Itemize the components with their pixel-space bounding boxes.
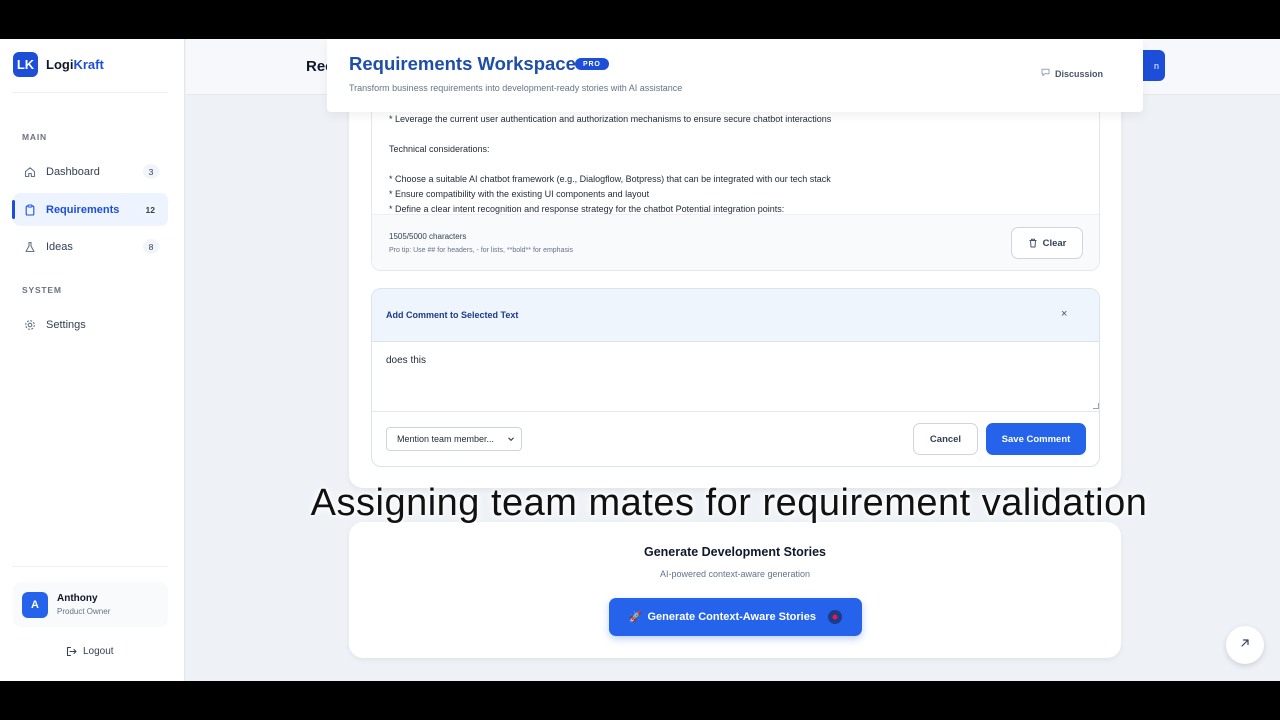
sidebar-item-label: Dashboard xyxy=(46,165,100,178)
comment-panel: Add Comment to Selected Text × does this… xyxy=(371,288,1100,467)
generate-button-label: Generate Context-Aware Stories xyxy=(647,611,816,623)
gear-icon xyxy=(23,318,37,332)
section-label-system: SYSTEM xyxy=(22,285,62,295)
user-role: Product Owner xyxy=(57,607,111,616)
sidebar-item-label: Requirements xyxy=(46,203,120,216)
logout-button[interactable]: Logout xyxy=(66,646,114,657)
clear-button[interactable]: Clear xyxy=(1011,227,1083,259)
generate-stories-button[interactable]: 🚀 Generate Context-Aware Stories xyxy=(609,598,862,636)
trash-icon xyxy=(1028,238,1038,248)
comment-title: Add Comment to Selected Text xyxy=(386,310,519,320)
comment-text: does this xyxy=(386,355,427,366)
count-badge: 12 xyxy=(141,202,159,217)
sidebar-item-settings[interactable]: Settings xyxy=(13,308,168,341)
user-name: Anthony xyxy=(57,593,98,604)
expand-button[interactable] xyxy=(1226,626,1264,664)
section-label-main: MAIN xyxy=(22,132,47,142)
speech-bubble-icon xyxy=(1041,68,1050,79)
brand-logo: LK xyxy=(13,52,38,77)
resize-handle[interactable] xyxy=(1093,403,1099,409)
save-comment-button[interactable]: Save Comment xyxy=(986,423,1086,455)
discussion-label: Discussion xyxy=(1055,68,1104,79)
character-count: 1505/5000 characters xyxy=(389,232,467,241)
editor-footer: 1505/5000 characters Pro tip: Use ## for… xyxy=(372,214,1099,270)
brand-name-suffix: Kraft xyxy=(73,57,104,72)
app-frame: Rec n LK LogiKraft MAIN Dashboard 3 Requ… xyxy=(0,39,1280,681)
clipboard-icon xyxy=(23,203,37,217)
sidebar-item-requirements[interactable]: Requirements 12 xyxy=(12,193,168,226)
generate-stories-card: Generate Development Stories AI-powered … xyxy=(349,522,1121,658)
caption-text: Assigning team mates for requirement val… xyxy=(310,482,1148,524)
brand-name-prefix: Logi xyxy=(46,57,74,72)
user-card[interactable]: A Anthony Product Owner xyxy=(13,582,168,627)
clear-label: Clear xyxy=(1042,237,1067,249)
comment-header: Add Comment to Selected Text × xyxy=(372,289,1099,342)
logout-label: Logout xyxy=(83,646,114,657)
sidebar: LK LogiKraft MAIN Dashboard 3 Requiremen… xyxy=(0,39,185,681)
user-info: Anthony Product Owner xyxy=(57,593,110,616)
cancel-button[interactable]: Cancel xyxy=(913,423,978,455)
brand[interactable]: LK LogiKraft xyxy=(13,52,104,77)
discussion-button[interactable]: Discussion xyxy=(1041,68,1103,79)
sidebar-item-label: Ideas xyxy=(46,240,73,253)
generate-title: Generate Development Stories xyxy=(643,545,826,559)
close-icon[interactable]: × xyxy=(1061,308,1067,320)
workspace-subtitle: Transform business requirements into dev… xyxy=(349,83,683,93)
requirements-editor[interactable]: * Leverage the current user authenticati… xyxy=(371,99,1100,271)
pro-tip: Pro tip: Use ## for headers, - for lists… xyxy=(389,247,574,254)
arrow-up-right-icon xyxy=(1239,636,1251,654)
chevron-down-icon xyxy=(507,435,515,445)
sidebar-item-label: Settings xyxy=(46,318,86,331)
count-badge: 3 xyxy=(143,164,159,179)
logout-icon xyxy=(66,646,77,657)
sidebar-item-dashboard[interactable]: Dashboard 3 xyxy=(13,155,168,188)
flask-icon xyxy=(23,240,37,254)
video-caption: Assigning team mates for requirement val… xyxy=(0,482,1280,525)
avatar: A xyxy=(22,591,48,618)
divider xyxy=(12,92,168,93)
editor-content[interactable]: * Leverage the current user authenticati… xyxy=(389,112,831,217)
brand-name: LogiKraft xyxy=(46,57,104,72)
home-icon xyxy=(23,165,37,179)
divider xyxy=(12,566,168,567)
workspace-title: Requirements Workspace xyxy=(349,53,576,74)
sidebar-item-ideas[interactable]: Ideas 8 xyxy=(13,230,168,263)
count-badge: 8 xyxy=(143,239,159,254)
comment-textarea[interactable]: does this xyxy=(372,342,1099,412)
rocket-icon: 🚀 xyxy=(629,611,642,623)
mention-select[interactable]: Mention team member... xyxy=(386,427,522,451)
mention-selected-value: Mention team member... xyxy=(397,434,495,444)
status-dot-icon xyxy=(827,610,842,624)
generate-subtitle: AI-powered context-aware generation xyxy=(659,569,811,579)
pro-badge: PRO xyxy=(575,58,609,70)
workspace-header: Requirements Workspace PRO Transform bus… xyxy=(327,39,1143,112)
